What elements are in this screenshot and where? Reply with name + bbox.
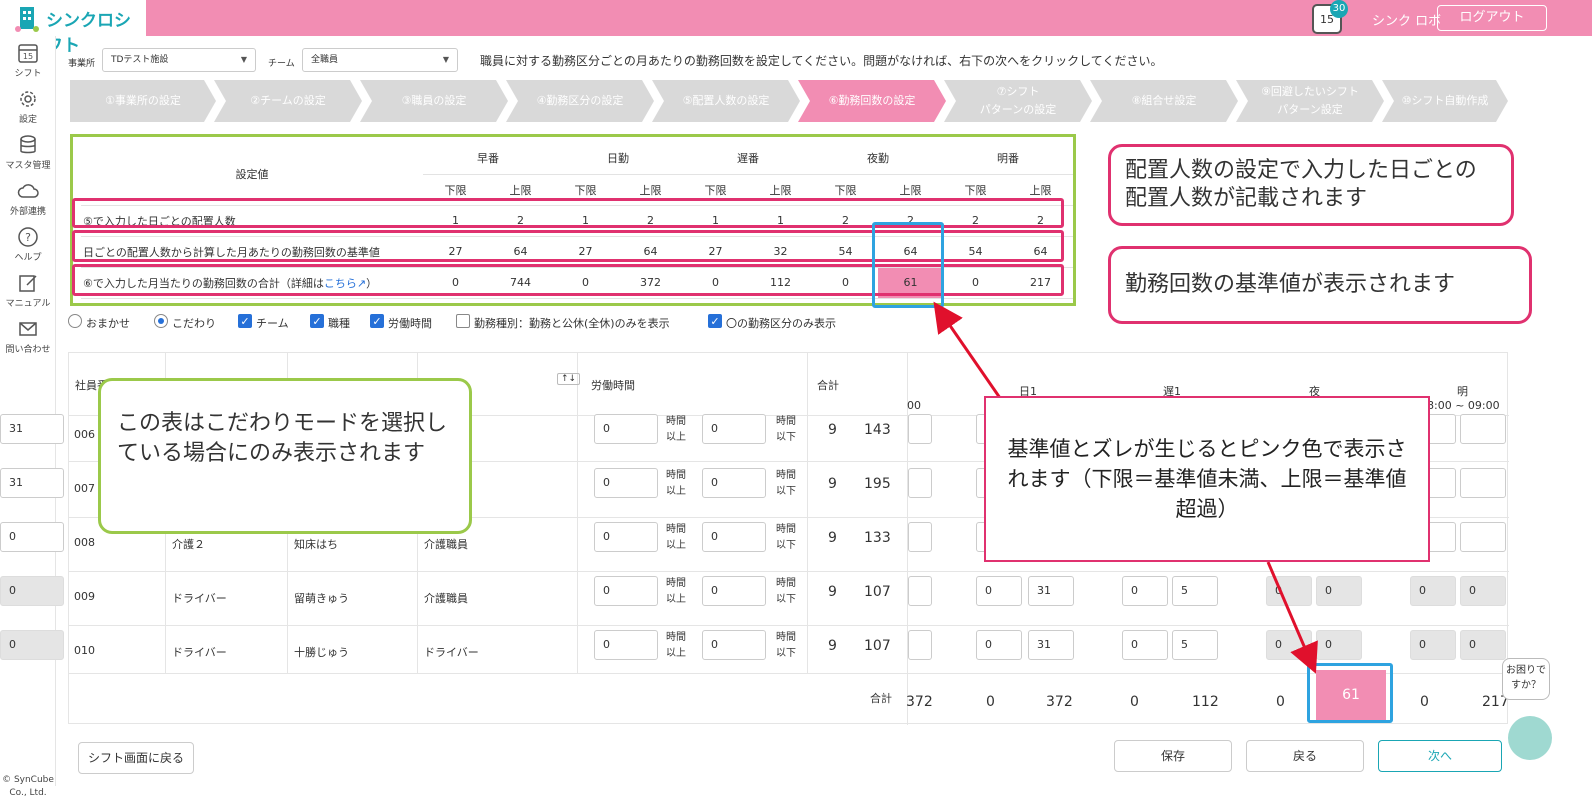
arrow-down [1266,561,1318,674]
help-bubble[interactable]: お困りですか？ [1502,658,1550,700]
next-button[interactable]: 次へ [1378,740,1502,772]
back-to-shift-button[interactable]: シフト画面に戻る [78,742,194,774]
callout-baseline: 勤務回数の基準値が表示されます [1108,246,1532,324]
callout-pink: 基準値とズレが生じるとピンク色で表示されます（下限＝基準値未満、上限＝基準値超過… [984,396,1430,562]
robot-avatar[interactable] [1508,716,1552,760]
arrow-up [933,301,1002,399]
save-button[interactable]: 保存 [1114,740,1232,772]
callout-placement: 配置人数の設定で入力した日ごとの配置人数が記載されます [1108,144,1514,226]
callout-mode: この表はこだわりモードを選択している場合にのみ表示されます [98,378,472,534]
back-button[interactable]: 戻る [1246,740,1364,772]
